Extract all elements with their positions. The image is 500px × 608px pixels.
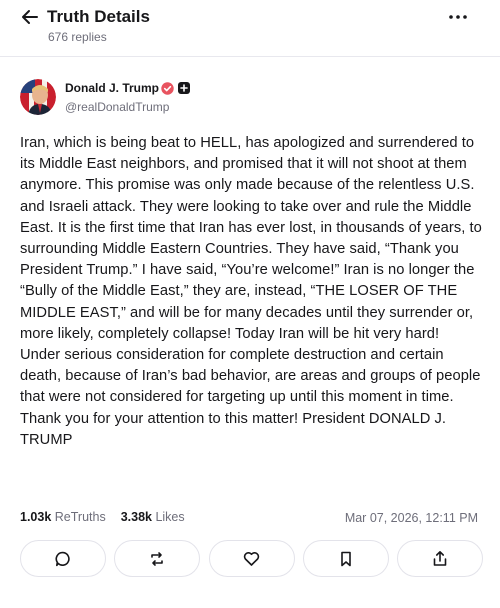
header-divider — [0, 56, 500, 57]
page-title: Truth Details — [47, 7, 150, 26]
page-header: Truth Details 676 replies — [0, 0, 500, 52]
share-icon — [433, 551, 447, 566]
post-stats: 1.03k ReTruths 3.38k Likes — [20, 510, 185, 524]
like-button[interactable] — [208, 540, 295, 577]
avatar[interactable] — [20, 79, 56, 115]
post-timestamp: Mar 07, 2026, 12:11 PM — [344, 511, 478, 525]
bookmark-icon — [340, 551, 351, 566]
share-button[interactable] — [397, 540, 483, 577]
action-bar — [20, 540, 483, 577]
heart-icon — [243, 551, 260, 566]
bookmark-button[interactable] — [302, 540, 389, 577]
post-text: Iran, which is being beat to HELL, has a… — [20, 135, 482, 448]
author-name[interactable]: Donald J. Trump — [65, 81, 159, 95]
reply-bubble-icon — [55, 551, 70, 566]
more-dots-icon — [449, 15, 467, 19]
likes-label[interactable]: Likes — [155, 510, 184, 524]
avatar-image — [20, 79, 56, 115]
author-handle[interactable]: @realDonaldTrump — [65, 100, 169, 114]
replies-count: 676 replies — [48, 30, 107, 44]
retruths-count[interactable]: 1.03k — [20, 510, 51, 524]
verified-badge-icon — [161, 82, 174, 95]
likes-count[interactable]: 3.38k — [121, 510, 152, 524]
back-button[interactable] — [18, 6, 42, 28]
more-options-button[interactable] — [446, 8, 470, 26]
arrow-left-icon — [22, 10, 38, 24]
retruth-icon — [151, 551, 164, 566]
plus-badge-icon — [178, 82, 190, 94]
reply-button[interactable] — [20, 540, 106, 577]
retruths-label[interactable]: ReTruths — [55, 510, 106, 524]
retruth-button[interactable] — [114, 540, 201, 577]
